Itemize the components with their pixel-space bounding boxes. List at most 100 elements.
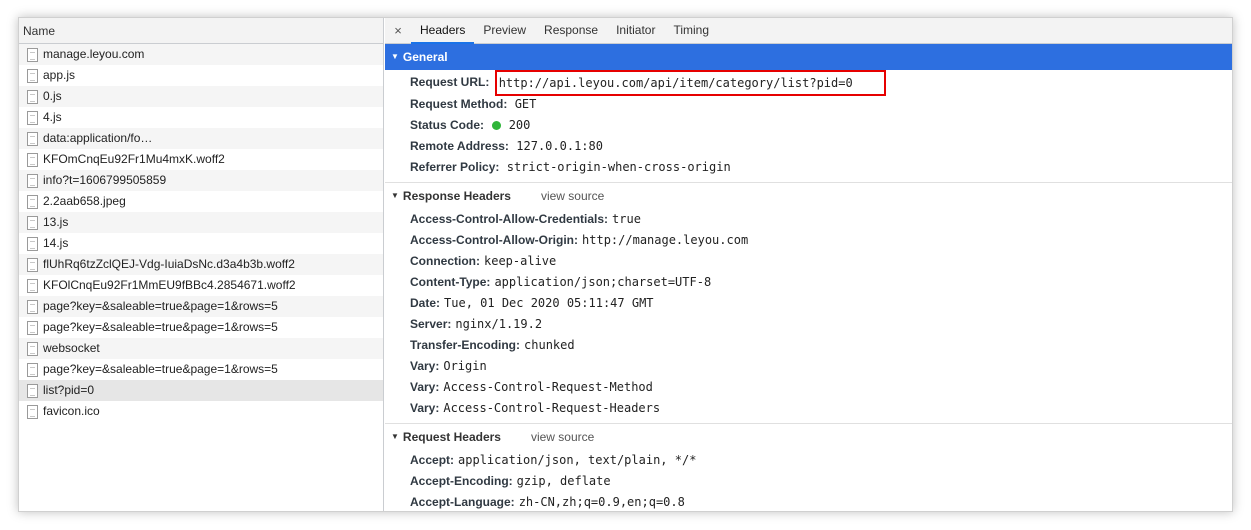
response-header-value: true bbox=[612, 212, 641, 226]
request-row[interactable]: page?key=&saleable=true&page=1&rows=5 bbox=[19, 359, 383, 380]
file-icon bbox=[27, 110, 38, 125]
request-headers-header[interactable]: ▼ Request Headers view source bbox=[385, 424, 1232, 450]
response-header-key: Connection: bbox=[410, 254, 480, 268]
request-name: info?t=1606799505859 bbox=[43, 173, 167, 187]
name-column-header[interactable]: Name bbox=[19, 18, 383, 44]
request-name: KFOlCnqEu92Fr1MmEU9fBBc4.2854671.woff2 bbox=[43, 278, 296, 292]
request-row[interactable]: favicon.ico bbox=[19, 401, 383, 422]
referrer-policy-value: strict-origin-when-cross-origin bbox=[506, 160, 731, 174]
request-row[interactable]: page?key=&saleable=true&page=1&rows=5 bbox=[19, 296, 383, 317]
response-header-value: keep-alive bbox=[484, 254, 557, 268]
request-header-row: Accept-Encoding: gzip, deflate bbox=[385, 471, 1232, 492]
request-header-key: Accept: bbox=[410, 453, 455, 467]
response-view-source-link[interactable]: view source bbox=[541, 183, 604, 209]
response-header-row: Date: Tue, 01 Dec 2020 05:11:47 GMT bbox=[385, 293, 1232, 314]
request-row[interactable]: list?pid=0 bbox=[19, 380, 383, 401]
details-tabbar: × Headers Preview Response Initiator Tim… bbox=[385, 18, 1232, 44]
referrer-policy-row: Referrer Policy: strict-origin-when-cros… bbox=[385, 157, 1232, 178]
close-icon[interactable]: × bbox=[385, 18, 411, 43]
status-code-value: 200 bbox=[508, 118, 531, 132]
response-header-row: Vary: Access-Control-Request-Headers bbox=[385, 398, 1232, 419]
response-header-key: Transfer-Encoding: bbox=[410, 338, 521, 352]
request-headers-section: ▼ Request Headers view source Accept: app… bbox=[385, 424, 1232, 511]
file-icon bbox=[27, 278, 38, 293]
request-row[interactable]: data:application/fo… bbox=[19, 128, 383, 149]
request-row[interactable]: 14.js bbox=[19, 233, 383, 254]
file-icon bbox=[27, 404, 38, 419]
request-row[interactable]: page?key=&saleable=true&page=1&rows=5 bbox=[19, 317, 383, 338]
file-icon bbox=[27, 236, 38, 251]
request-row[interactable]: info?t=1606799505859 bbox=[19, 170, 383, 191]
tab-headers[interactable]: Headers bbox=[411, 18, 475, 44]
request-row[interactable]: 4.js bbox=[19, 107, 383, 128]
request-name: manage.leyou.com bbox=[43, 47, 145, 61]
response-header-value: http://manage.leyou.com bbox=[582, 233, 749, 247]
general-title: General bbox=[402, 50, 448, 64]
request-name: 0.js bbox=[43, 89, 62, 103]
request-row[interactable]: app.js bbox=[19, 65, 383, 86]
request-name: flUhRq6tzZclQEJ-Vdg-IuiaDsNc.d3a4b3b.wof… bbox=[43, 257, 295, 271]
request-name: websocket bbox=[43, 341, 100, 355]
tab-timing[interactable]: Timing bbox=[664, 18, 718, 43]
request-url-value[interactable]: http://api.leyou.com/api/item/category/l… bbox=[499, 76, 853, 90]
request-name: page?key=&saleable=true&page=1&rows=5 bbox=[43, 299, 278, 313]
request-list-panel: Name manage.leyou.com app.js 0.js 4.js data:… bbox=[19, 18, 384, 511]
request-headers-title: Request Headers bbox=[402, 430, 501, 444]
response-header-key: Date: bbox=[410, 296, 441, 310]
request-method-row: Request Method: GET bbox=[385, 94, 1232, 115]
request-name: page?key=&saleable=true&page=1&rows=5 bbox=[43, 320, 278, 334]
request-row[interactable]: flUhRq6tzZclQEJ-Vdg-IuiaDsNc.d3a4b3b.wof… bbox=[19, 254, 383, 275]
request-row[interactable]: websocket bbox=[19, 338, 383, 359]
response-header-row: Content-Type: application/json;charset=UT… bbox=[385, 272, 1232, 293]
request-row[interactable]: 13.js bbox=[19, 212, 383, 233]
response-header-key: Vary: bbox=[410, 401, 440, 415]
triangle-down-icon: ▼ bbox=[391, 432, 399, 441]
referrer-policy-key: Referrer Policy: bbox=[410, 160, 500, 174]
request-row[interactable]: 0.js bbox=[19, 86, 383, 107]
request-name: favicon.ico bbox=[43, 404, 100, 418]
request-header-value: application/json, text/plain, */* bbox=[458, 453, 697, 467]
response-header-key: Server: bbox=[410, 317, 452, 331]
request-header-key: Accept-Encoding: bbox=[410, 474, 513, 488]
request-view-source-link[interactable]: view source bbox=[531, 424, 594, 450]
tab-response[interactable]: Response bbox=[535, 18, 607, 43]
request-name: list?pid=0 bbox=[43, 383, 95, 397]
file-icon bbox=[27, 383, 38, 398]
tab-initiator[interactable]: Initiator bbox=[607, 18, 664, 43]
response-header-row: Access-Control-Allow-Origin: http://manag… bbox=[385, 230, 1232, 251]
request-list: manage.leyou.com app.js 0.js 4.js data:appli… bbox=[19, 44, 383, 422]
request-header-value: zh-CN,zh;q=0.9,en;q=0.8 bbox=[518, 495, 685, 509]
request-row[interactable]: 2.2aab658.jpeg bbox=[19, 191, 383, 212]
response-header-row: Transfer-Encoding: chunked bbox=[385, 335, 1232, 356]
request-url-highlight: http://api.leyou.com/api/item/category/l… bbox=[494, 70, 886, 96]
triangle-down-icon: ▼ bbox=[391, 191, 399, 200]
request-method-key: Request Method: bbox=[410, 97, 508, 111]
response-headers-header[interactable]: ▼ Response Headers view source bbox=[385, 183, 1232, 209]
request-details-panel: × Headers Preview Response Initiator Tim… bbox=[385, 18, 1232, 511]
request-url-key: Request URL: bbox=[410, 75, 490, 90]
status-ok-icon bbox=[492, 121, 502, 130]
tab-preview[interactable]: Preview bbox=[474, 18, 535, 43]
request-row[interactable]: KFOlCnqEu92Fr1MmEU9fBBc4.2854671.woff2 bbox=[19, 275, 383, 296]
file-icon bbox=[27, 47, 38, 62]
request-row[interactable]: manage.leyou.com bbox=[19, 44, 383, 65]
response-headers-title: Response Headers bbox=[402, 189, 511, 203]
devtools-network-window: Name manage.leyou.com app.js 0.js 4.js data:… bbox=[18, 17, 1233, 512]
request-row[interactable]: KFOmCnqEu92Fr1Mu4mxK.woff2 bbox=[19, 149, 383, 170]
request-name: page?key=&saleable=true&page=1&rows=5 bbox=[43, 362, 278, 376]
response-header-value: Access-Control-Request-Headers bbox=[443, 401, 661, 415]
response-header-row: Vary: Origin bbox=[385, 356, 1232, 377]
request-url-row: Request URL: http://api.leyou.com/api/it… bbox=[385, 70, 1232, 96]
request-name: 13.js bbox=[43, 215, 69, 229]
status-code-row: Status Code: 200 bbox=[385, 115, 1232, 136]
file-icon bbox=[27, 131, 38, 146]
request-name: 4.js bbox=[43, 110, 62, 124]
remote-address-value: 127.0.0.1:80 bbox=[516, 139, 603, 153]
response-header-key: Vary: bbox=[410, 359, 440, 373]
file-icon bbox=[27, 194, 38, 209]
response-header-row: Connection: keep-alive bbox=[385, 251, 1232, 272]
general-section-header[interactable]: ▼ General bbox=[385, 44, 1232, 70]
remote-address-row: Remote Address: 127.0.0.1:80 bbox=[385, 136, 1232, 157]
file-icon bbox=[27, 173, 38, 188]
file-icon bbox=[27, 68, 38, 83]
